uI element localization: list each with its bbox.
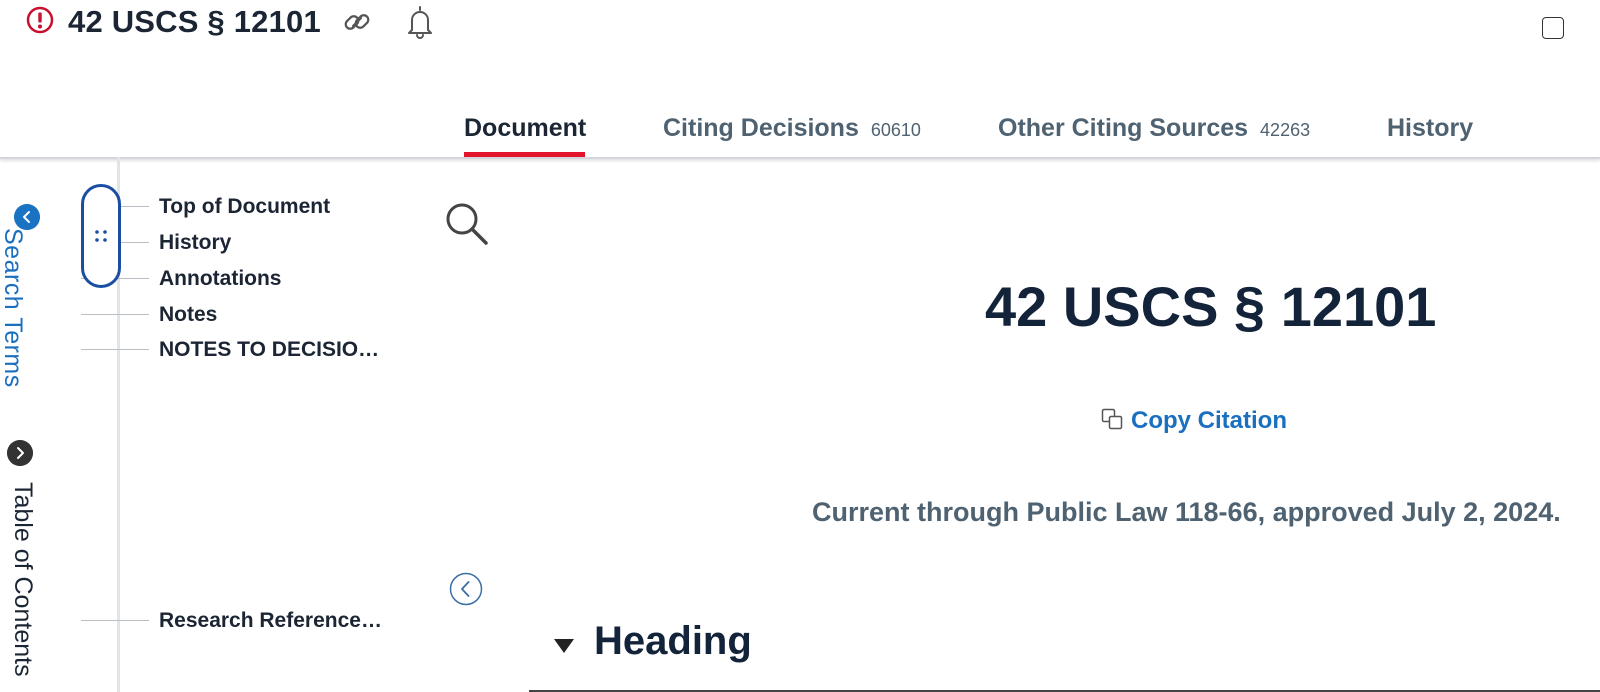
drag-handle-icon bbox=[95, 230, 107, 242]
table-of-contents-tab[interactable]: Table of Contents bbox=[0, 482, 40, 692]
document-heading: 42 USCS § 12101 bbox=[985, 275, 1437, 338]
alert-icon bbox=[26, 6, 54, 34]
citing-decisions-count: 60610 bbox=[870, 120, 921, 140]
toc-item-notes-to-decisions[interactable]: NOTES TO DECISIO… bbox=[159, 337, 379, 363]
tab-document[interactable]: Document bbox=[464, 111, 586, 145]
search-terms-tab[interactable]: Search Terms bbox=[0, 228, 68, 408]
table-of-contents-label: Table of Contents bbox=[9, 482, 37, 677]
tab-document-label: Document bbox=[464, 114, 587, 142]
currency-statement: Current through Public Law 118-66, appro… bbox=[812, 497, 1561, 527]
tab-citing-decisions-label: Citing Decisions bbox=[663, 114, 859, 142]
other-citing-sources-count: 42263 bbox=[1260, 120, 1311, 140]
toc-connector bbox=[81, 620, 149, 621]
section-heading: Heading bbox=[594, 619, 752, 663]
collapse-toc-button[interactable] bbox=[449, 572, 483, 606]
search-icon[interactable] bbox=[444, 201, 490, 247]
tab-history-label: History bbox=[1387, 114, 1474, 142]
toc-item-notes[interactable]: Notes bbox=[159, 302, 217, 328]
tab-other-citing-sources[interactable]: Other Citing Sources 42263 bbox=[998, 111, 1310, 147]
toc-connector bbox=[81, 349, 149, 350]
toc-connector bbox=[81, 314, 149, 315]
link-icon[interactable] bbox=[341, 6, 373, 38]
toc-item-annotations[interactable]: Annotations bbox=[159, 266, 281, 292]
toc-toggle-button[interactable] bbox=[7, 440, 33, 466]
tab-other-citing-sources-label: Other Citing Sources bbox=[998, 114, 1249, 142]
search-terms-label: Search Terms bbox=[0, 228, 27, 388]
tab-history[interactable]: History bbox=[1387, 111, 1473, 145]
tab-bar: Document Citing Decisions 60610 Other Cit… bbox=[0, 95, 1600, 159]
bell-icon[interactable] bbox=[404, 4, 436, 40]
toc-item-research-references[interactable]: Research Reference… bbox=[159, 608, 382, 634]
tab-citing-decisions[interactable]: Citing Decisions 60610 bbox=[663, 111, 921, 147]
search-terms-toggle-button[interactable] bbox=[14, 204, 40, 230]
select-checkbox[interactable] bbox=[1542, 17, 1564, 39]
document-title: 42 USCS § 12101 bbox=[68, 4, 321, 39]
toc-item-top-of-document[interactable]: Top of Document bbox=[159, 194, 330, 220]
copy-citation-label: Copy Citation bbox=[1131, 407, 1287, 434]
active-tab-indicator bbox=[464, 152, 585, 157]
toc-item-history[interactable]: History bbox=[159, 230, 231, 256]
toc-position-handle[interactable] bbox=[81, 184, 121, 288]
copy-icon bbox=[1101, 408, 1123, 430]
collapse-triangle-icon[interactable] bbox=[553, 637, 575, 655]
